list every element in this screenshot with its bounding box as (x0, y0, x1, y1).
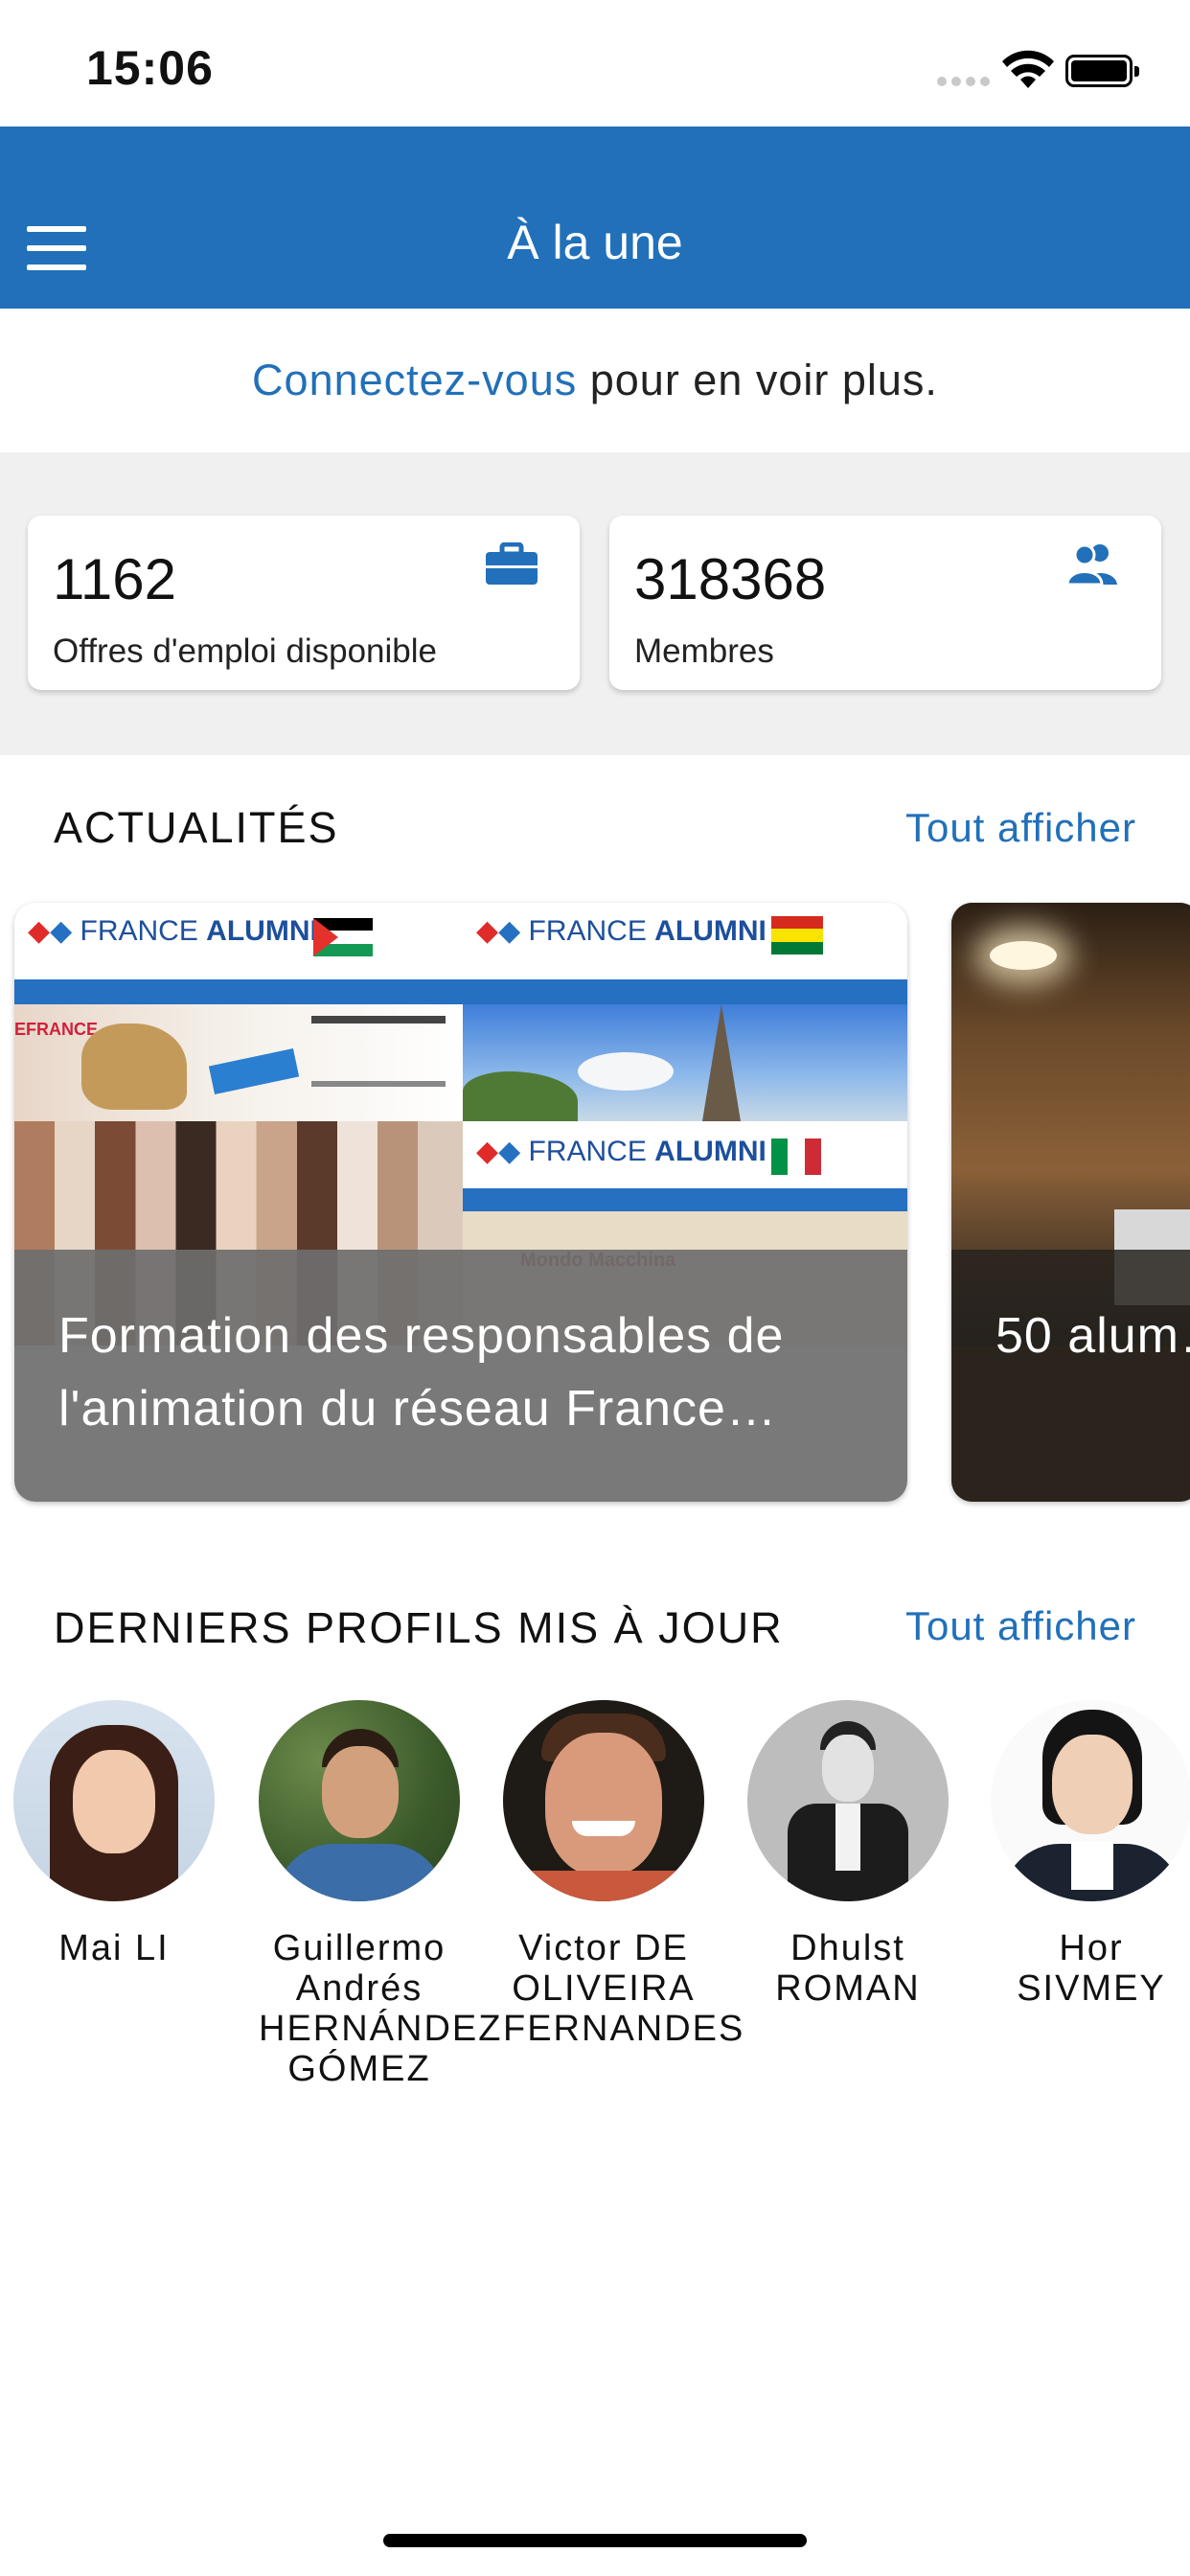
profile-name: Guillermo Andrés HERNÁNDEZ GÓMEZ (259, 1928, 503, 2089)
news-card[interactable]: 50 alum… atelier c… (951, 903, 1190, 1502)
connect-banner: Connectez-vous pour en voir plus. (0, 309, 1190, 452)
members-label: Membres (634, 632, 774, 670)
jobs-label: Offres d'emploi disponible (53, 632, 437, 670)
members-count: 318368 (634, 547, 827, 611)
news-title: 50 alum… atelier c… (995, 1308, 1190, 1364)
profiles-section-title: DERNIERS PROFILS MIS À JOUR (54, 1603, 784, 1652)
page-title: À la une (507, 216, 683, 269)
cellular-signal-icon (937, 77, 991, 90)
news-see-all-link[interactable]: Tout afficher (905, 805, 1136, 851)
members-stat-card[interactable]: 318368 Membres (609, 516, 1161, 690)
profile-name: Hor SIVMEY (1017, 1928, 1166, 2009)
app-header: À la une (0, 126, 1190, 309)
news-caption: Formation des responsables de l'animatio… (14, 1250, 907, 1502)
news-title: Formation des responsables de l'animatio… (58, 1308, 785, 1437)
status-time: 15:06 (86, 41, 214, 95)
briefcase-icon (486, 542, 538, 585)
news-card[interactable]: ◆◆ FRANCE ALUMNI EFRANCE ◆◆ FRANCE ALUMN… (14, 903, 907, 1502)
stats-panel: 1162 Offres d'emploi disponible 318368 M… (0, 452, 1190, 755)
avatar (503, 1700, 704, 1901)
profile-name: Mai LI (58, 1928, 170, 1968)
avatar (13, 1700, 215, 1901)
connect-link[interactable]: Connectez-vous (252, 356, 577, 404)
profile-name: Victor DE OLIVEIRA FERNANDES (503, 1928, 745, 2049)
members-icon (1065, 543, 1117, 586)
profile-item[interactable]: Mai LI (13, 1700, 215, 1968)
news-section-title: ACTUALITÉS (54, 803, 339, 852)
avatar (259, 1700, 460, 1901)
battery-icon (1065, 55, 1139, 87)
profiles-see-all-link[interactable]: Tout afficher (905, 1603, 1136, 1649)
wifi-icon (1002, 50, 1054, 88)
connect-text: pour en voir plus. (577, 356, 938, 404)
news-caption: 50 alum… atelier c… (951, 1250, 1190, 1502)
home-indicator[interactable] (383, 2534, 807, 2547)
avatar (747, 1700, 949, 1901)
avatar (991, 1700, 1190, 1901)
profile-item[interactable]: Dhulst ROMAN (747, 1700, 949, 2009)
jobs-stat-card[interactable]: 1162 Offres d'emploi disponible (28, 516, 580, 690)
status-bar: 15:06 (0, 0, 1190, 126)
profile-item[interactable]: Hor SIVMEY (991, 1700, 1190, 2009)
profile-item[interactable]: Guillermo Andrés HERNÁNDEZ GÓMEZ (259, 1700, 503, 2089)
jobs-count: 1162 (53, 547, 177, 611)
profile-name: Dhulst ROMAN (775, 1928, 921, 2009)
profile-item[interactable]: Victor DE OLIVEIRA FERNANDES (503, 1700, 745, 2049)
